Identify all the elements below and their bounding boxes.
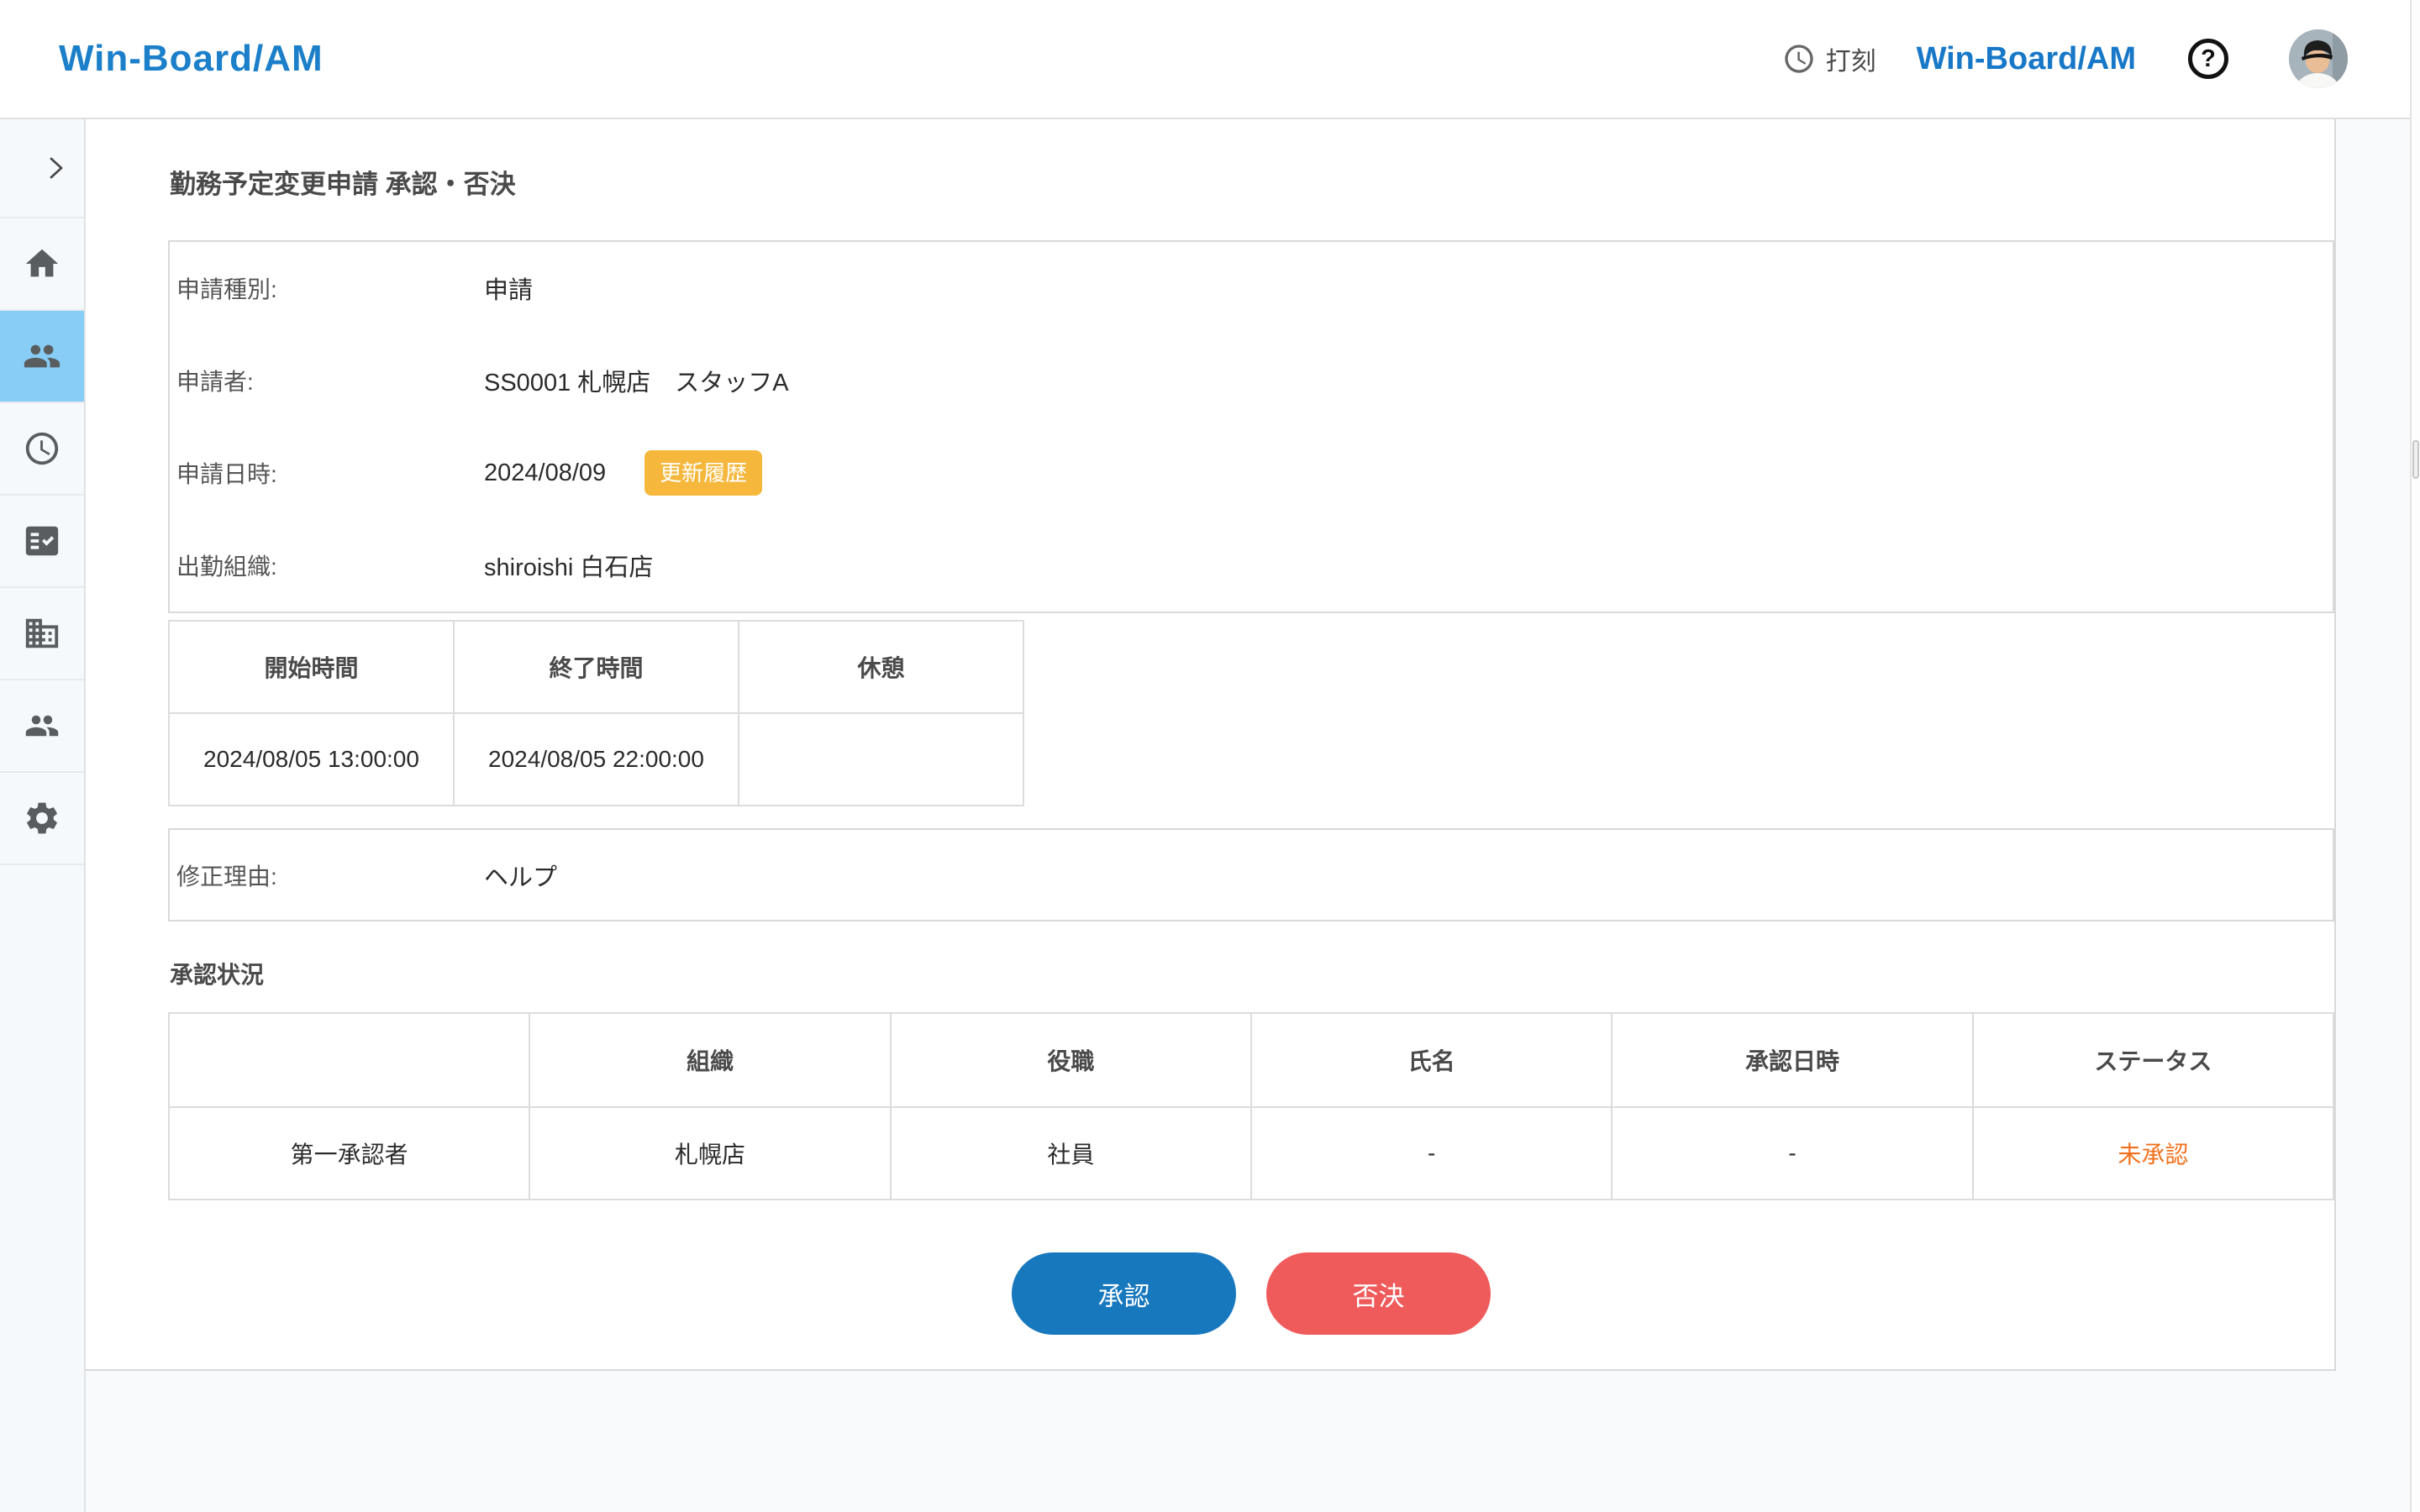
approver-name: -	[1249, 1106, 1613, 1200]
field-value: shiroishi 白石店	[484, 554, 654, 581]
field-value: 2024/08/09	[484, 459, 607, 486]
approval-header-datetime: 承認日時	[1611, 1012, 1974, 1108]
people-alt-icon	[25, 715, 59, 737]
home-icon	[25, 249, 59, 277]
settings-icon	[27, 802, 57, 834]
punch-label: 打刻	[1825, 48, 1876, 76]
avatar-photo-icon	[2289, 29, 2348, 88]
approval-data-row: 第一承認者 札幌店 社員 - - 未承認	[167, 1106, 2335, 1200]
help-glyph: ?	[2201, 45, 2216, 72]
field-request-date: 申請日時: 2024/08/09 更新履歴	[170, 427, 2333, 519]
field-value: SS0001 札幌店 スタッフA	[484, 370, 789, 396]
sidebar-item-members[interactable]	[0, 680, 84, 773]
update-history-badge[interactable]: 更新履歴	[644, 450, 763, 496]
schedule-break-time	[738, 712, 1024, 806]
sidebar-item-home[interactable]	[0, 218, 84, 311]
schedule-header-break: 休憩	[738, 620, 1024, 714]
field-applicant: 申請者: SS0001 札幌店 スタッフA	[170, 334, 2333, 427]
field-label: 申請者:	[176, 369, 254, 395]
field-label: 申請日時:	[176, 461, 277, 487]
schedule-header-end: 終了時間	[453, 620, 739, 714]
reason-value: ヘルプ	[484, 864, 558, 891]
status-badge: 未承認	[1971, 1106, 2335, 1200]
field-label: 申請種別:	[176, 276, 277, 302]
approval-header-organization: 組織	[529, 1012, 892, 1108]
sidebar-item-staff[interactable]	[0, 311, 84, 403]
field-request-type: 申請種別: 申請	[170, 242, 2333, 334]
app-header: Win-Board/AM 打刻 Win-Board/AM ?	[0, 0, 2420, 119]
schedule-start-time: 2024/08/05 13:00:00	[168, 712, 455, 806]
approver-role: 第一承認者	[167, 1106, 531, 1200]
app-logo: Win-Board/AM	[59, 38, 324, 79]
sidebar-item-approvals[interactable]	[0, 496, 84, 588]
approval-datetime: -	[1611, 1106, 1974, 1200]
approval-header-row: 組織 役職 氏名 承認日時 ステータス	[167, 1012, 2335, 1108]
sidebar-expand-button[interactable]	[0, 119, 84, 218]
page-title: 勤務予定変更申請 承認・否決	[170, 170, 516, 199]
schedule-end-time: 2024/08/05 22:00:00	[453, 712, 739, 806]
page-body: 勤務予定変更申請 承認・否決 申請種別: 申請 申請者: SS0001 札幌店 …	[0, 119, 2420, 1512]
sidebar	[0, 119, 86, 1512]
fact-check-icon	[25, 526, 59, 556]
approval-header-position: 役職	[889, 1012, 1252, 1108]
app-root: Win-Board/AM 打刻 Win-Board/AM ? 勤務予定変更申請 …	[0, 0, 2420, 1512]
scrollbar-track[interactable]	[2410, 0, 2420, 1512]
product-name-link[interactable]: Win-Board/AM	[1917, 41, 2136, 77]
clock-icon	[1784, 45, 1813, 73]
sidebar-item-organization[interactable]	[0, 588, 84, 680]
sidebar-item-settings[interactable]	[0, 773, 84, 865]
building-icon	[25, 618, 59, 648]
help-icon[interactable]: ?	[2188, 39, 2228, 79]
punch-clock-button[interactable]: 打刻	[1782, 40, 1876, 77]
approver-position: 社員	[889, 1106, 1252, 1200]
approve-button[interactable]: 承認	[1012, 1252, 1236, 1335]
main-area: 勤務予定変更申請 承認・否決 申請種別: 申請 申請者: SS0001 札幌店 …	[86, 119, 2420, 1512]
request-info-box: 申請種別: 申請 申請者: SS0001 札幌店 スタッフA 申請日時: 202…	[168, 240, 2334, 613]
people-icon	[24, 344, 60, 368]
approval-header-approver	[167, 1012, 531, 1108]
approver-organization: 札幌店	[529, 1106, 892, 1200]
approval-header-status: ステータス	[1971, 1012, 2335, 1108]
content-card: 勤務予定変更申請 承認・否決 申請種別: 申請 申請者: SS0001 札幌店 …	[86, 119, 2336, 1371]
reason-box: 修正理由: ヘルプ	[168, 828, 2334, 921]
sidebar-item-schedule[interactable]	[0, 403, 84, 496]
schedule-header-start: 開始時間	[168, 620, 455, 714]
reason-label: 修正理由:	[176, 863, 277, 890]
schedule-header-row: 開始時間 終了時間 休憩	[168, 620, 1024, 714]
header-right-cluster: 打刻 Win-Board/AM ?	[1782, 29, 2348, 88]
scrollbar-thumb[interactable]	[2412, 440, 2419, 479]
approval-status-heading: 承認状況	[170, 962, 265, 988]
clock-icon	[25, 432, 59, 465]
approval-table: 組織 役職 氏名 承認日時 ステータス 第一承認者 札幌店 社員 - - 未承認	[167, 1012, 2335, 1200]
field-value: 申請	[484, 277, 534, 304]
avatar[interactable]	[2289, 29, 2348, 88]
field-label: 出勤組織:	[176, 554, 277, 580]
approval-header-name: 氏名	[1249, 1012, 1613, 1108]
field-work-organization: 出勤組織: shiroishi 白石店	[170, 519, 2333, 612]
schedule-table: 開始時間 終了時間 休憩 2024/08/05 13:00:00 2024/08…	[168, 620, 1024, 806]
chevron-right-icon	[50, 157, 63, 179]
schedule-data-row: 2024/08/05 13:00:00 2024/08/05 22:00:00	[168, 712, 1024, 806]
action-buttons: 承認 否決	[168, 1252, 2334, 1335]
reject-button[interactable]: 否決	[1266, 1252, 1491, 1335]
